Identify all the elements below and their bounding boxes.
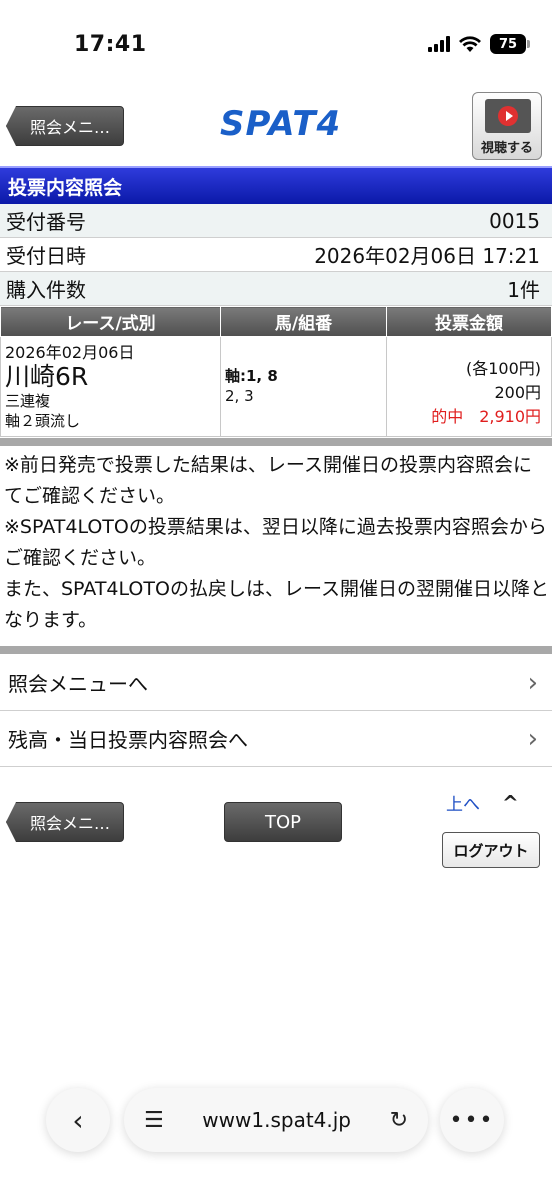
race-date: 2026年02月06日 xyxy=(5,343,135,362)
each-amount: (各100円) xyxy=(465,359,541,378)
scroll-up-link[interactable]: 上へ ^ xyxy=(446,790,519,816)
header-race-type: レース/式別 xyxy=(0,306,221,337)
inquiry-menu-link[interactable]: 照会メニューへ › xyxy=(0,655,552,711)
purchase-count-value: 1件 xyxy=(507,278,540,302)
address-bar[interactable]: ☰ www1.spat4.jp ↻ xyxy=(124,1088,428,1152)
film-play-icon xyxy=(485,99,531,133)
inquiry-menu-label: 照会メニューへ xyxy=(8,672,148,696)
back-to-inquiry-menu-button-bottom[interactable]: 照会メニ… xyxy=(6,802,124,842)
wifi-icon xyxy=(459,36,481,52)
scroll-up-label: 上へ xyxy=(446,795,480,815)
status-bar: 17:41 75 xyxy=(0,0,552,80)
payout-amount: 的中 2,910円 xyxy=(431,407,541,426)
combo-cell: 軸:1, 8 2, 3 xyxy=(220,336,387,437)
note-1: ※前日発売で投票した結果は、レース開催日の投票内容照会にてご確認ください。 xyxy=(4,454,532,507)
reload-icon[interactable]: ↻ xyxy=(390,1108,408,1133)
status-time: 17:41 xyxy=(74,32,147,57)
chevron-up-icon: ^ xyxy=(502,790,519,815)
note-3: また、SPAT4LOTOの払戻しは、レース開催日の翌開催日以降となります。 xyxy=(4,578,549,631)
amount-cell: (各100円) 200円 的中 2,910円 xyxy=(386,336,552,437)
partner-horses: 2, 3 xyxy=(225,387,254,405)
spat4-logo[interactable]: SPAT4 xyxy=(220,104,341,144)
bet-table: レース/式別 馬/組番 投票金額 2026年02月06日 川崎6R 三連複 軸２… xyxy=(0,306,552,437)
receipt-datetime-label: 受付日時 xyxy=(6,244,86,268)
race-cell: 2026年02月06日 川崎6R 三連複 軸２頭流し xyxy=(0,336,221,437)
cellular-signal-icon xyxy=(428,36,450,52)
top-button[interactable]: TOP xyxy=(224,802,342,842)
back-to-inquiry-menu-button[interactable]: 照会メニ… xyxy=(6,106,124,146)
receipt-number-row: 受付番号 0015 xyxy=(0,204,552,238)
chevron-right-icon: › xyxy=(527,667,538,698)
purchase-count-row: 購入件数 1件 xyxy=(0,272,552,306)
receipt-number-value: 0015 xyxy=(489,208,540,233)
header-bet-amount: 投票金額 xyxy=(386,306,552,337)
reader-mode-icon[interactable]: ☰ xyxy=(144,1108,164,1133)
logout-button[interactable]: ログアウト xyxy=(442,832,540,868)
balance-today-inquiry-label: 残高・当日投票内容照会へ xyxy=(8,728,248,752)
balance-today-inquiry-link[interactable]: 残高・当日投票内容照会へ › xyxy=(0,711,552,767)
header-horse-combo: 馬/組番 xyxy=(220,306,387,337)
watch-video-button[interactable]: 視聴する xyxy=(472,92,542,160)
table-header-row: レース/式別 馬/組番 投票金額 xyxy=(0,306,552,337)
bet-type: 三連複 xyxy=(5,392,51,410)
chevron-left-icon: ‹ xyxy=(72,1103,84,1137)
receipt-datetime-row: 受付日時 2026年02月06日 17:21 xyxy=(0,238,552,272)
chevron-right-icon: › xyxy=(527,723,538,754)
bet-method: 軸２頭流し xyxy=(5,412,81,430)
page-header: 照会メニ… SPAT4 視聴する xyxy=(0,88,552,164)
divider xyxy=(0,438,552,446)
total-amount: 200円 xyxy=(494,383,541,402)
notice-text: ※前日発売で投票した結果は、レース開催日の投票内容照会にてご確認ください。 ※S… xyxy=(4,450,550,636)
watch-label: 視聴する xyxy=(480,141,533,156)
receipt-datetime-value: 2026年02月06日 17:21 xyxy=(314,244,540,268)
axis-horses: 軸:1, 8 xyxy=(225,367,278,385)
browser-more-button[interactable]: ••• xyxy=(440,1088,504,1152)
note-2: ※SPAT4LOTOの投票結果は、翌日以降に過去投票内容照会からご確認ください。 xyxy=(4,516,547,569)
status-icons: 75 xyxy=(428,34,530,54)
divider xyxy=(0,646,552,654)
more-icon: ••• xyxy=(449,1107,495,1133)
table-row: 2026年02月06日 川崎6R 三連複 軸２頭流し 軸:1, 8 2, 3 (… xyxy=(0,336,552,437)
race-name: 川崎6R xyxy=(5,362,89,391)
browser-back-button[interactable]: ‹ xyxy=(46,1088,110,1152)
page-title: 投票内容照会 xyxy=(0,166,552,204)
purchase-count-label: 購入件数 xyxy=(6,278,86,302)
url-text: www1.spat4.jp xyxy=(202,1108,351,1132)
battery-icon: 75 xyxy=(490,34,530,54)
receipt-number-label: 受付番号 xyxy=(6,210,86,234)
